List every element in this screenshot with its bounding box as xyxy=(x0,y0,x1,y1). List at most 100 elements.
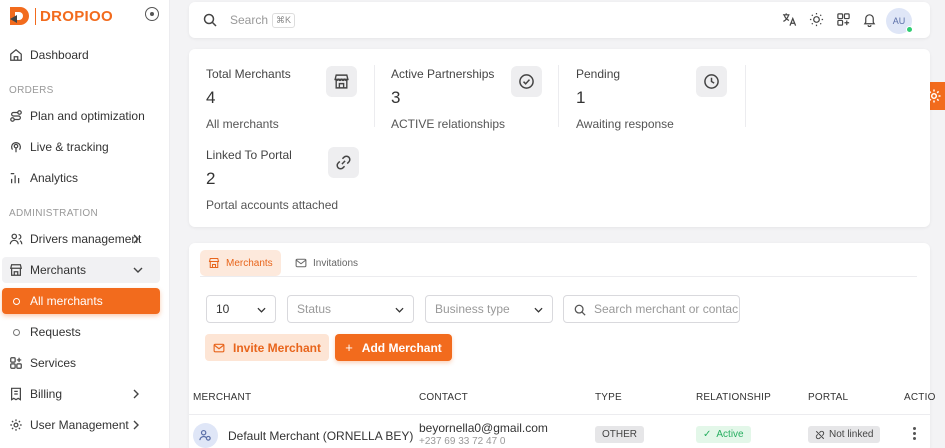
translate-icon[interactable] xyxy=(782,12,797,27)
sidebar-item-analytics[interactable]: Analytics xyxy=(0,165,170,191)
merchant-search-input[interactable]: Search merchant or contac xyxy=(563,295,740,323)
sidebar-item-merchants[interactable]: Merchants xyxy=(2,257,160,283)
stat-subtitle: All merchants xyxy=(206,117,279,131)
link-icon xyxy=(328,147,359,178)
divider xyxy=(745,65,746,127)
sidebar-item-label: All merchants xyxy=(30,294,103,308)
sidebar-item-services[interactable]: Services xyxy=(0,350,170,376)
select-placeholder: Status xyxy=(297,302,332,316)
portal-badge: Not linked xyxy=(808,426,881,443)
brand-logo-icon xyxy=(10,7,29,25)
sidebar-item-label: Analytics xyxy=(30,171,79,185)
top-bar: Search ⌘K AU xyxy=(189,2,930,38)
check-circle-icon xyxy=(511,66,542,97)
column-header-portal[interactable]: PORTAL xyxy=(808,392,848,403)
sidebar-item-label: Billing xyxy=(30,387,63,401)
sidebar-item-label: User Management xyxy=(30,418,129,432)
status-select[interactable]: Status xyxy=(287,295,414,323)
search-placeholder: Search merchant or contac xyxy=(594,302,739,316)
sidebar-collapse-icon[interactable] xyxy=(145,7,159,21)
bullet-icon xyxy=(13,328,20,336)
type-badge: OTHER xyxy=(595,426,644,443)
merchant-phone: +237 69 33 72 47 0 xyxy=(419,436,506,447)
dashboard-icon xyxy=(10,48,22,61)
sidebar-item-label: Live & tracking xyxy=(30,140,109,154)
chevron-down-icon xyxy=(395,307,404,313)
merchant-email: beyornella0@gmail.com xyxy=(419,421,548,435)
users-icon xyxy=(9,233,23,245)
chevron-down-icon xyxy=(534,307,543,313)
online-status-dot xyxy=(906,26,913,33)
column-header-actions: ACTIO xyxy=(904,392,936,403)
stat-subtitle: Awaiting response xyxy=(576,117,674,131)
sidebar-item-label: Services xyxy=(30,356,77,370)
mail-icon xyxy=(213,343,225,352)
sidebar-item-user-management[interactable]: User Management xyxy=(0,412,170,438)
chevron-down-icon xyxy=(133,267,143,273)
search-icon xyxy=(574,304,586,316)
table-header: MERCHANT CONTACT TYPE RELATIONSHIP PORTA… xyxy=(189,381,935,415)
apps-add-icon[interactable] xyxy=(836,12,851,27)
bell-icon[interactable] xyxy=(862,12,877,27)
chevron-right-icon xyxy=(133,389,139,399)
select-value: 10 xyxy=(216,302,230,316)
merchant-avatar xyxy=(193,423,218,448)
global-search-input[interactable]: Search xyxy=(230,13,268,27)
tab-merchants[interactable]: Merchants xyxy=(200,250,281,276)
sidebar-item-label: Requests xyxy=(30,325,81,339)
invite-merchant-button[interactable]: Invite Merchant xyxy=(205,334,329,361)
tabs-divider xyxy=(200,276,917,277)
sidebar-item-label: Dashboard xyxy=(30,48,89,62)
brand[interactable]: DROPIOO xyxy=(8,5,113,27)
badge-label: Active xyxy=(716,429,744,440)
unlink-icon xyxy=(815,430,825,439)
search-shortcut: ⌘K xyxy=(272,13,296,28)
tab-invitations[interactable]: Invitations xyxy=(287,250,366,276)
services-icon xyxy=(10,357,22,369)
divider xyxy=(374,65,375,127)
brand-name: DROPIOO xyxy=(35,7,113,25)
clock-icon xyxy=(696,66,727,97)
sidebar-item-dashboard[interactable]: Dashboard xyxy=(0,42,170,68)
button-label: Invite Merchant xyxy=(232,340,322,355)
column-header-merchant[interactable]: MERCHANT xyxy=(193,392,251,403)
tab-label: Merchants xyxy=(226,257,273,269)
column-header-relationship[interactable]: RELATIONSHIP xyxy=(696,392,771,403)
analytics-icon xyxy=(10,173,20,184)
relationship-badge: ✓ Active xyxy=(696,426,751,443)
column-header-contact[interactable]: CONTACT xyxy=(419,392,468,403)
sidebar-item-plan[interactable]: Plan and optimization xyxy=(0,103,170,129)
stat-subtitle: Portal accounts attached xyxy=(206,198,339,212)
add-merchant-button[interactable]: + Add Merchant xyxy=(335,334,452,361)
merchants-list-card: Merchants Invitations 10 Status Business… xyxy=(189,243,935,448)
sun-icon[interactable] xyxy=(809,12,824,27)
tab-label: Invitations xyxy=(313,257,359,269)
sidebar-item-live[interactable]: Live & tracking xyxy=(0,134,170,160)
chevron-right-icon xyxy=(133,420,139,430)
page-size-select[interactable]: 10 xyxy=(206,295,276,323)
column-header-type[interactable]: TYPE xyxy=(595,392,622,403)
badge-label: Not linked xyxy=(829,429,874,440)
store-icon xyxy=(9,264,23,276)
sidebar-item-label: Plan and optimization xyxy=(30,109,145,123)
sidebar-item-requests[interactable]: Requests xyxy=(2,319,160,345)
divider xyxy=(558,65,559,127)
section-orders: ORDERS xyxy=(9,85,54,96)
route-icon xyxy=(10,110,22,122)
check-icon: ✓ xyxy=(703,429,712,440)
sidebar-item-drivers[interactable]: Drivers management xyxy=(0,226,170,252)
business-type-select[interactable]: Business type xyxy=(425,295,553,323)
sidebar-item-label: Drivers management xyxy=(30,232,142,246)
chevron-right-icon xyxy=(133,234,139,244)
sidebar-item-label: Merchants xyxy=(30,263,87,277)
sidebar-item-billing[interactable]: Billing xyxy=(0,381,170,407)
search-icon[interactable] xyxy=(203,13,217,27)
billing-icon xyxy=(11,387,21,401)
user-link-icon xyxy=(199,429,211,441)
section-administration: ADMINISTRATION xyxy=(9,208,99,219)
row-actions-icon[interactable] xyxy=(913,427,917,441)
store-icon xyxy=(326,66,357,97)
store-icon xyxy=(208,257,220,269)
merchant-name[interactable]: Default Merchant (ORNELLA BEY) xyxy=(228,429,413,443)
sidebar-item-all-merchants[interactable]: All merchants xyxy=(2,288,160,314)
